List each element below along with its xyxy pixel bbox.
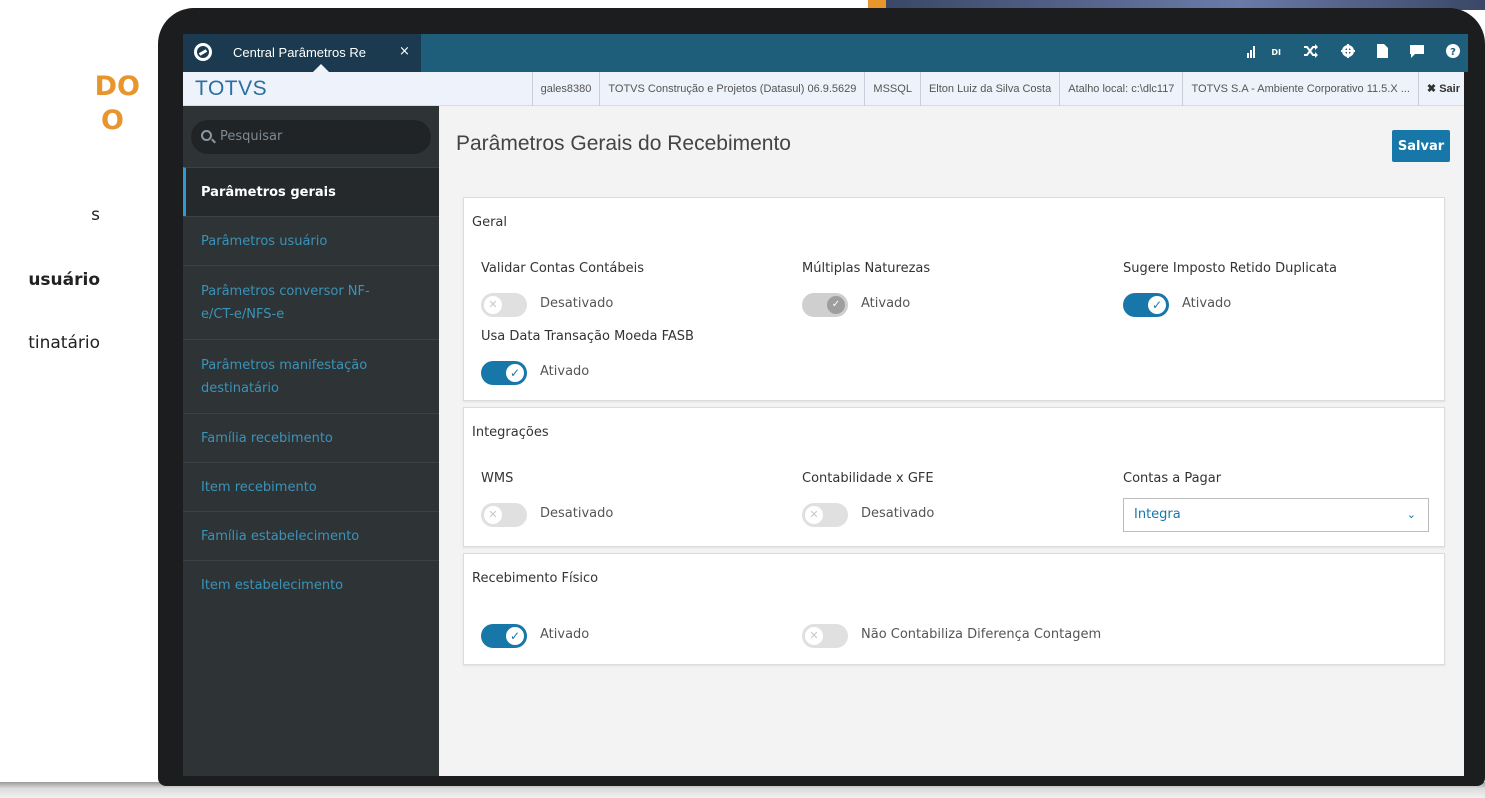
sidebar-item-familia-recebimento[interactable]: Família recebimento [183,413,439,462]
toggle-off-icon: ✕ [805,627,823,645]
search-placeholder: Pesquisar [220,129,283,144]
check-icon: ✓ [506,364,524,382]
brand-logo: TOTVS [195,77,268,100]
field-label: Múltiplas Naturezas [802,261,931,276]
sidebar-nav: Parâmetros gerais Parâmetros usuário Par… [183,167,439,609]
toggle-state: Desativado [861,506,935,521]
screen-bezel-edge [1464,72,1468,776]
help-icon[interactable]: ? [1446,44,1460,62]
sidebar-item-parametros-manifestacao[interactable]: Parâmetros manifestação destinatário [183,339,439,413]
toggle-state: Desativado [540,296,614,311]
tab-indicator [313,64,329,72]
toggle-off-icon: ✕ [805,506,823,524]
card-geral: Geral Validar Contas Contábeis ✕ Desativ… [463,197,1445,401]
title-bar: Central Parâmetros Re × DI ? [183,34,1468,72]
check-icon: ✓ [827,296,845,314]
close-tab-icon[interactable]: × [399,44,410,59]
environment-name: TOTVS S.A - Ambiente Corporativo 11.5.X … [1182,72,1417,106]
contas-a-pagar-select[interactable]: Integra ⌄ [1123,498,1429,532]
page-title: Parâmetros Gerais do Recebimento [456,132,791,155]
check-icon: ✓ [506,627,524,645]
sidebar-item-parametros-conversor[interactable]: Parâmetros conversor NF-e/CT-e/NFS-e [183,265,439,339]
sidebar-item-parametros-usuario[interactable]: Parâmetros usuário [183,216,439,265]
contabilidade-gfe-toggle[interactable]: ✕ [802,503,848,527]
sidebar-item-item-recebimento[interactable]: Item recebimento [183,462,439,511]
field-label: Sugere Imposto Retido Duplicata [1123,261,1337,276]
sidebar-item-item-estabelecimento[interactable]: Item estabelecimento [183,560,439,609]
toggle-state: Desativado [540,506,614,521]
toggle-state: Ativado [540,627,590,642]
svg-text:?: ? [1450,47,1456,58]
recebimento-fisico-toggle[interactable]: ✓ [481,624,527,648]
chat-icon[interactable] [1410,44,1424,62]
gear-icon[interactable] [1341,44,1355,62]
search-input[interactable]: Pesquisar [191,120,431,154]
toggle-off-icon: ✕ [484,506,502,524]
sidebar: Pesquisar Parâmetros gerais Parâmetros u… [183,106,439,776]
totvs-logo-icon [194,43,212,61]
user-name: Elton Luiz da Silva Costa [919,72,1059,106]
tab-label: Central Parâmetros Re [233,45,366,60]
main-content: Parâmetros Gerais do Recebimento Salvar … [439,106,1468,776]
multiplas-naturezas-toggle[interactable]: ✓ [802,293,848,317]
toggle-off-icon: ✕ [484,296,502,314]
section-title: Integrações [472,425,549,440]
product-name: TOTVS Construção e Projetos (Datasul) 06… [599,72,864,106]
field-label: WMS [481,471,514,486]
toggle-state: Ativado [1182,296,1232,311]
sidebar-item-familia-estabelecimento[interactable]: Família estabelecimento [183,511,439,560]
field-label: Usa Data Transação Moeda FASB [481,329,694,344]
section-title: Recebimento Físico [472,571,599,586]
shuffle-icon[interactable] [1303,44,1319,62]
save-button[interactable]: Salvar [1392,130,1450,162]
app-window: Central Parâmetros Re × DI ? TOTVS gales… [183,34,1468,776]
signal-icon[interactable]: DI [1247,44,1281,62]
sidebar-item-parametros-gerais[interactable]: Parâmetros gerais [183,167,439,216]
database-name: MSSQL [864,72,920,106]
usa-data-fasb-toggle[interactable]: ✓ [481,361,527,385]
check-icon: ✓ [1148,296,1166,314]
file-icon[interactable] [1377,44,1388,62]
slide-text-line: usuário [28,270,100,290]
field-label: Contas a Pagar [1123,471,1222,486]
info-bar: TOTVS gales8380 TOTVS Construção e Proje… [183,72,1468,106]
wms-toggle[interactable]: ✕ [481,503,527,527]
chevron-down-icon: ⌄ [1406,508,1416,521]
card-integracoes: Integrações WMS ✕ Desativado Contabilida… [463,407,1445,547]
toggle-state: Ativado [861,296,911,311]
slide-text-line: s [91,205,100,225]
section-title: Geral [472,215,507,230]
nao-contabiliza-toggle[interactable]: ✕ [802,624,848,648]
select-value: Integra [1134,507,1181,522]
field-label: Contabilidade x GFE [802,471,934,486]
session-info: gales8380 TOTVS Construção e Projetos (D… [531,72,1468,106]
toolbar-icons: DI ? [1247,34,1460,72]
sugere-imposto-toggle[interactable]: ✓ [1123,293,1169,317]
signal-badge: DI [1271,48,1281,57]
field-label: Validar Contas Contábeis [481,261,644,276]
validar-contas-toggle[interactable]: ✕ [481,293,527,317]
search-icon [201,130,212,141]
logout-button[interactable]: ✖ Sair [1417,72,1468,106]
user-code: gales8380 [531,72,600,106]
slide-text-line: tinatário [28,333,100,353]
local-shortcut: Atalho local: c:\dlc117 [1059,72,1182,106]
toggle-state: Não Contabiliza Diferença Contagem [861,627,1102,642]
app-tab[interactable]: Central Parâmetros Re × [183,34,421,72]
toggle-state: Ativado [540,364,590,379]
card-recebimento-fisico: Recebimento Físico ✓ Ativado ✕ Não Conta… [463,553,1445,665]
slide-title: DO O [94,71,140,136]
